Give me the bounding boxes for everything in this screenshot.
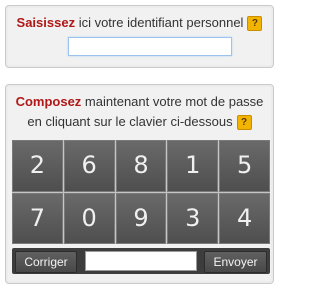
help-icon[interactable]: ? [247, 16, 263, 31]
identifier-panel: Saisissez ici votre identifiant personne… [5, 5, 274, 68]
submit-button[interactable]: Envoyer [204, 251, 267, 273]
help-icon[interactable]: ? [236, 115, 252, 130]
identifier-instruction: Saisissez ici votre identifiant personne… [6, 15, 273, 31]
action-bar: Corriger Envoyer [12, 248, 270, 274]
identifier-label-bold: Saisissez [16, 15, 76, 30]
identifier-label-rest: ici votre identifiant personnel [75, 15, 244, 30]
password-panel: Composez maintenant votre mot de passe e… [5, 84, 274, 284]
password-label-bold: Composez [15, 94, 82, 109]
keypad-key[interactable]: 9 [115, 192, 167, 244]
clear-button[interactable]: Corriger [15, 251, 77, 273]
virtual-keypad: 2 6 8 1 5 7 0 9 3 4 [12, 140, 270, 244]
keypad-key[interactable]: 7 [12, 192, 63, 244]
keypad-key[interactable]: 0 [63, 192, 115, 244]
keypad-key[interactable]: 4 [219, 192, 270, 244]
keypad-key[interactable]: 1 [167, 140, 219, 192]
password-label-line2: en cliquant sur le clavier ci-dessous [27, 114, 233, 129]
password-instruction-line2: en cliquant sur le clavier ci-dessous? [6, 114, 273, 130]
identifier-input[interactable] [68, 37, 232, 56]
keypad-key[interactable]: 3 [167, 192, 219, 244]
keypad-key[interactable]: 5 [219, 140, 270, 192]
keypad-key[interactable]: 8 [115, 140, 167, 192]
keypad-key[interactable]: 6 [63, 140, 115, 192]
keypad-key[interactable]: 2 [12, 140, 63, 192]
password-display-field [85, 251, 197, 271]
password-instruction-line1: Composez maintenant votre mot de passe [6, 94, 273, 109]
password-label-rest: maintenant votre mot de passe [81, 94, 264, 109]
